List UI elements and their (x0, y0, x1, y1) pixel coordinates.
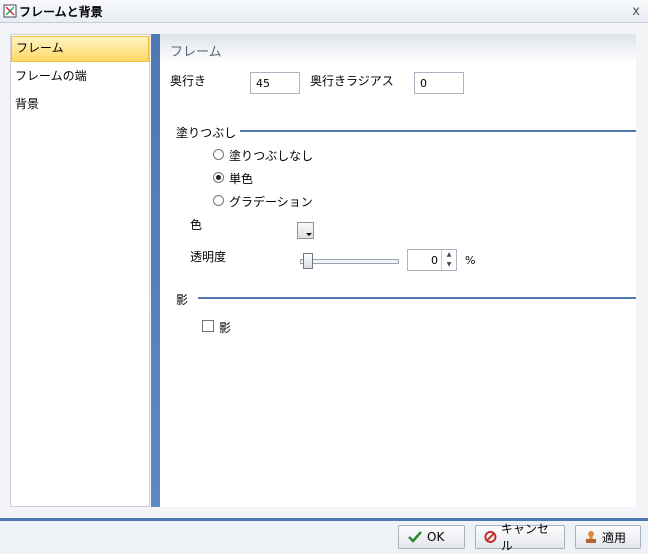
content-header: フレーム (160, 34, 636, 64)
shadow-checkbox-label: 影 (219, 321, 232, 335)
fill-section-divider (240, 130, 636, 132)
content-panel: フレーム 奥行き 奥行きラジアス 塗りつぶし 塗りつぶしなし 単色 グラデーショ… (160, 34, 636, 507)
page-title: フレーム (170, 45, 222, 60)
shadow-checkbox[interactable] (202, 320, 214, 332)
footer: OK キャンセル 適用 (0, 521, 648, 554)
spin-down-icon[interactable]: ▼ (442, 260, 456, 270)
color-picker-button[interactable] (297, 222, 314, 239)
sidebar-item-label: 背景 (15, 97, 40, 111)
sidebar-item-label: フレームの端 (15, 69, 87, 83)
spin-up-icon[interactable]: ▲ (442, 250, 456, 260)
cancel-icon (484, 531, 497, 543)
cancel-button-label: キャンセル (500, 522, 549, 553)
sidebar-item-frame[interactable]: フレーム (11, 36, 149, 62)
transparency-slider-track[interactable] (300, 259, 399, 264)
depth-radius-label: 奥行きラジアス (310, 74, 394, 88)
ok-button[interactable]: OK (398, 525, 465, 549)
sidebar-item-label: フレーム (16, 41, 64, 55)
sidebar-item-frame-edge[interactable]: フレームの端 (11, 63, 149, 91)
transparency-spinner[interactable]: 0 ▲ ▼ (407, 249, 457, 271)
title-bar: フレームと背景 x (0, 0, 648, 23)
transparency-unit: % (465, 254, 476, 267)
stamp-icon (586, 531, 596, 543)
apply-button[interactable]: 適用 (575, 525, 641, 549)
fill-section-label: 塗りつぶし (176, 126, 237, 140)
close-icon[interactable]: x (632, 4, 640, 19)
cancel-button[interactable]: キャンセル (475, 522, 565, 553)
fill-none-label: 塗りつぶしなし (229, 149, 314, 163)
fill-solid-label: 単色 (229, 172, 254, 186)
accent-bar (151, 34, 160, 507)
sidebar: フレーム フレームの端 背景 (10, 34, 150, 507)
fill-gradient-radio[interactable] (213, 195, 224, 206)
depth-radius-input[interactable] (414, 72, 464, 94)
shadow-section-label: 影 (176, 293, 189, 307)
fill-none-radio[interactable] (213, 149, 224, 160)
ok-button-label: OK (427, 530, 445, 544)
depth-input[interactable] (250, 72, 300, 94)
window-title: フレームと背景 (19, 5, 103, 19)
spinner-buttons: ▲ ▼ (441, 250, 456, 270)
apply-button-label: 適用 (602, 530, 627, 545)
depth-label: 奥行き (170, 74, 207, 88)
frame-background-icon (3, 4, 17, 18)
color-label: 色 (190, 218, 203, 232)
sidebar-item-background[interactable]: 背景 (11, 91, 149, 119)
check-icon (408, 531, 422, 543)
fill-gradient-label: グラデーション (229, 195, 313, 209)
shadow-section-divider (198, 297, 636, 299)
fill-solid-radio[interactable] (213, 172, 224, 183)
transparency-label: 透明度 (190, 250, 227, 264)
transparency-value: 0 (431, 254, 438, 267)
transparency-slider-thumb[interactable] (303, 253, 313, 269)
